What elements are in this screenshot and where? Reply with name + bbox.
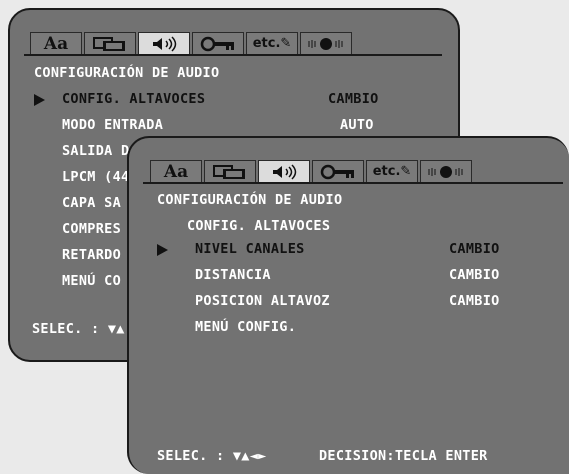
menu-item-posicion-altavoz[interactable]: POSICION ALTAVOZ <box>195 293 330 309</box>
tab-playback[interactable] <box>420 160 472 182</box>
tab-audio[interactable] <box>258 160 310 182</box>
wrench-icon: ✎ <box>400 164 412 179</box>
menu-item-distancia[interactable]: DISTANCIA <box>195 267 271 283</box>
tab-lock[interactable] <box>192 32 244 54</box>
menu-item-retardo[interactable]: RETARDO <box>62 247 121 263</box>
menu-tabs: Aa etc. ✎ <box>30 32 354 54</box>
tab-playback[interactable] <box>300 32 352 54</box>
key-icon <box>320 164 354 179</box>
menu-item-capa[interactable]: CAPA SA <box>62 195 121 211</box>
language-icon: Aa <box>163 161 189 182</box>
menu-item-config-altavoces[interactable]: CONFIG. ALTAVOCES <box>62 91 205 107</box>
tab-language[interactable]: Aa <box>30 32 82 54</box>
footer-select-hint: SELEC. : ▼▲ <box>32 321 125 337</box>
wrench-icon: ✎ <box>280 36 292 51</box>
menu-item-value: CAMBIO <box>449 293 500 309</box>
menu-item-value: CAMBIO <box>328 91 379 107</box>
tab-divider <box>24 54 442 56</box>
menu-item-menu-config[interactable]: MENÚ CONFIG. <box>195 319 296 335</box>
menu-item-value: CAMBIO <box>449 241 500 257</box>
tab-lock[interactable] <box>312 160 364 182</box>
tab-display[interactable] <box>84 32 136 54</box>
tab-divider <box>143 182 563 184</box>
menu-item-menu-config[interactable]: MENÚ CO <box>62 273 121 289</box>
etc-tools-icon: etc. <box>372 164 401 179</box>
menu-item-nivel-canales[interactable]: NIVEL CANALES <box>195 241 305 257</box>
menu-item-compresion[interactable]: COMPRES <box>62 221 121 237</box>
playback-icon <box>428 165 463 178</box>
language-icon: Aa <box>43 33 69 54</box>
menu-title: CONFIGURACIÓN DE AUDIO <box>34 65 220 81</box>
footer-decision-hint: DECISION:TECLA ENTER <box>319 448 488 464</box>
display-icon <box>213 164 245 179</box>
display-icon <box>93 36 125 51</box>
menu-title: CONFIGURACIÓN DE AUDIO <box>157 192 343 208</box>
speaker-icon <box>153 35 177 52</box>
key-icon <box>200 36 234 51</box>
tab-audio[interactable] <box>138 32 190 54</box>
tab-etc[interactable]: etc. ✎ <box>246 32 298 54</box>
menu-item-salida[interactable]: SALIDA D <box>62 143 129 159</box>
menu-item-value: AUTO <box>340 117 374 133</box>
submenu-title: CONFIG. ALTAVOCES <box>187 218 331 234</box>
selection-cursor-icon <box>157 244 168 256</box>
tab-language[interactable]: Aa <box>150 160 202 182</box>
tab-etc[interactable]: etc. ✎ <box>366 160 418 182</box>
audio-setup-menu-front: Aa etc. ✎ CONFIGURACIÓN DE AUDIO CONFIG. … <box>127 136 569 474</box>
speaker-icon <box>273 163 297 180</box>
menu-item-value: CAMBIO <box>449 267 500 283</box>
menu-item-lpcm[interactable]: LPCM (44 <box>62 169 129 185</box>
menu-tabs: Aa etc. ✎ <box>150 160 474 182</box>
selection-cursor-icon <box>34 94 45 106</box>
menu-item-modo-entrada[interactable]: MODO ENTRADA <box>62 117 163 133</box>
playback-icon <box>308 37 343 50</box>
etc-tools-icon: etc. <box>252 36 281 51</box>
tab-display[interactable] <box>204 160 256 182</box>
footer-select-hint: SELEC. : ▼▲◄► <box>157 448 267 464</box>
